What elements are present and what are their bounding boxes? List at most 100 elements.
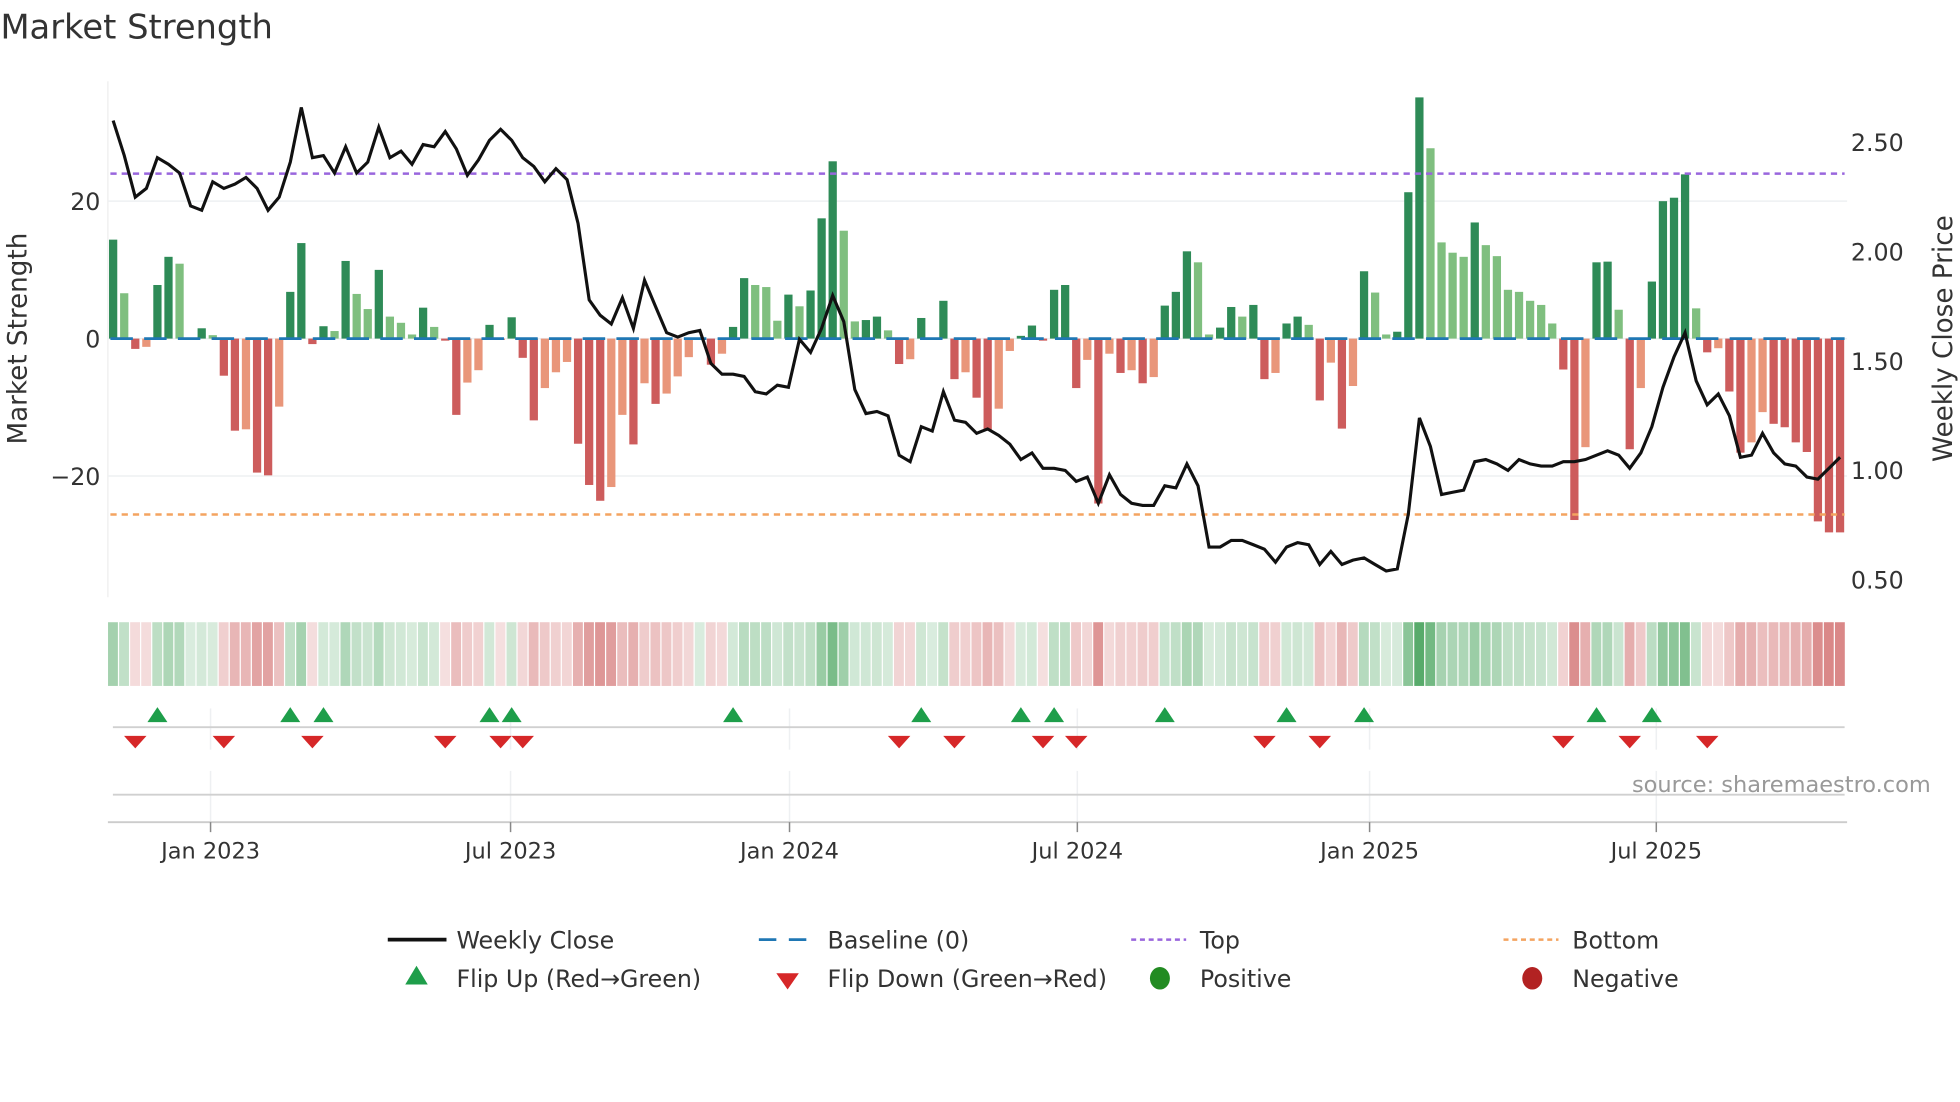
strip-cell (196, 622, 207, 686)
strength-bar (1525, 300, 1535, 339)
strip-cell (550, 622, 561, 686)
strip-cell (1679, 622, 1690, 686)
strip-cell (1668, 622, 1679, 686)
strength-bar (1359, 271, 1369, 339)
strength-bar (529, 338, 538, 421)
strength-bar (861, 320, 871, 339)
strip-cell (1502, 622, 1513, 686)
strength-bar (728, 326, 738, 339)
strip-cell (1314, 622, 1325, 686)
y2-tick-label: 2.50 (1851, 129, 1904, 157)
strength-bar (1769, 338, 1778, 424)
strength-bar (596, 338, 605, 501)
strip-cell (1115, 622, 1126, 686)
strength-bar (518, 338, 527, 358)
strength-bar (906, 338, 915, 360)
x-tick-label: Jul 2025 (1609, 838, 1702, 864)
strength-bar (275, 338, 284, 407)
strength-bar (1747, 338, 1756, 443)
strength-bar (806, 290, 815, 339)
gridlines (107, 200, 1848, 823)
strip-cell (816, 622, 827, 686)
strength-bar (341, 260, 350, 339)
strip-cell (1768, 622, 1779, 686)
strength-bar (319, 326, 328, 339)
strip-cell (340, 622, 351, 686)
strength-bar (1105, 338, 1114, 354)
strength-bar (1160, 305, 1169, 339)
strength-bar (474, 338, 483, 371)
x-axis: Jan 2023 Jul 2023 Jan 2024 Jul 2024 Jan 2025… (107, 821, 1848, 864)
strength-bar (1149, 338, 1158, 378)
strip-cell (1137, 622, 1148, 686)
strip-cell (1369, 622, 1380, 686)
strip-cell (185, 622, 196, 686)
strength-bar (540, 338, 549, 389)
strength-bar (1636, 338, 1645, 389)
strip-cell (1215, 622, 1225, 686)
flip-up-marker (1154, 707, 1175, 723)
flip-up-marker (1010, 707, 1031, 723)
strip-cell (1048, 622, 1059, 686)
strength-bar (562, 338, 572, 362)
strip-cell (882, 622, 893, 686)
strip-cell (927, 622, 938, 686)
legend-flip-up-icon (405, 965, 428, 985)
strip-cell (750, 622, 760, 686)
strength-bar (1116, 338, 1125, 373)
strength-bar (1514, 291, 1524, 339)
legend-positive-icon (1149, 967, 1170, 990)
strip-cell (1192, 622, 1203, 686)
strip-cell (1646, 622, 1657, 686)
strength-bar (762, 287, 771, 339)
strip-cell (1779, 622, 1790, 686)
strip-cell (417, 622, 428, 686)
strength-bar (551, 338, 561, 373)
strip-cell (1071, 622, 1081, 686)
strip-cell (307, 622, 318, 686)
strength-bar (607, 338, 616, 488)
strip-cell (462, 622, 473, 686)
strip-cell (473, 622, 484, 686)
strength-bar (153, 284, 162, 339)
source-note: source: sharemaestro.com (1632, 772, 1931, 798)
strip-cell (1336, 622, 1347, 686)
strip-cell (1104, 622, 1115, 686)
strength-bar (252, 338, 262, 473)
strength-bar (640, 338, 649, 384)
strength-bar (894, 338, 904, 365)
strip-cell (650, 622, 661, 686)
strip-cell (739, 622, 749, 686)
strip-cell (1757, 622, 1768, 686)
strip-cell (517, 622, 528, 686)
strength-bar (1216, 327, 1225, 339)
strip-cell (108, 622, 118, 686)
strip-cell (949, 622, 960, 686)
strength-bar (396, 322, 406, 339)
strength-bar (363, 309, 372, 339)
strip-cell (1635, 622, 1646, 686)
strip-cell (1469, 622, 1480, 686)
y-tick-label: 20 (70, 188, 100, 216)
y2-tick-label: 1.00 (1851, 457, 1904, 485)
strength-bar (109, 239, 118, 339)
legend-label: Weekly Close (456, 926, 614, 954)
strength-bar (939, 300, 948, 339)
flip-down-marker (124, 735, 147, 749)
flip-up-marker (501, 707, 522, 723)
strip-cell (1082, 622, 1093, 686)
strip-cell (207, 622, 218, 686)
strip-cell (1812, 622, 1823, 686)
strength-bar (684, 338, 693, 358)
strip-cell (1159, 622, 1170, 686)
strength-bar (1382, 334, 1391, 339)
strip-cell (174, 622, 185, 686)
strip-cell (362, 622, 373, 686)
strip-cell (1392, 622, 1403, 686)
flip-down-marker (489, 735, 512, 749)
strip-cell (141, 622, 152, 686)
strip-cell (628, 622, 639, 686)
strip-cell (1447, 622, 1458, 686)
strip-cell (761, 622, 772, 686)
flip-up-marker (147, 707, 168, 723)
